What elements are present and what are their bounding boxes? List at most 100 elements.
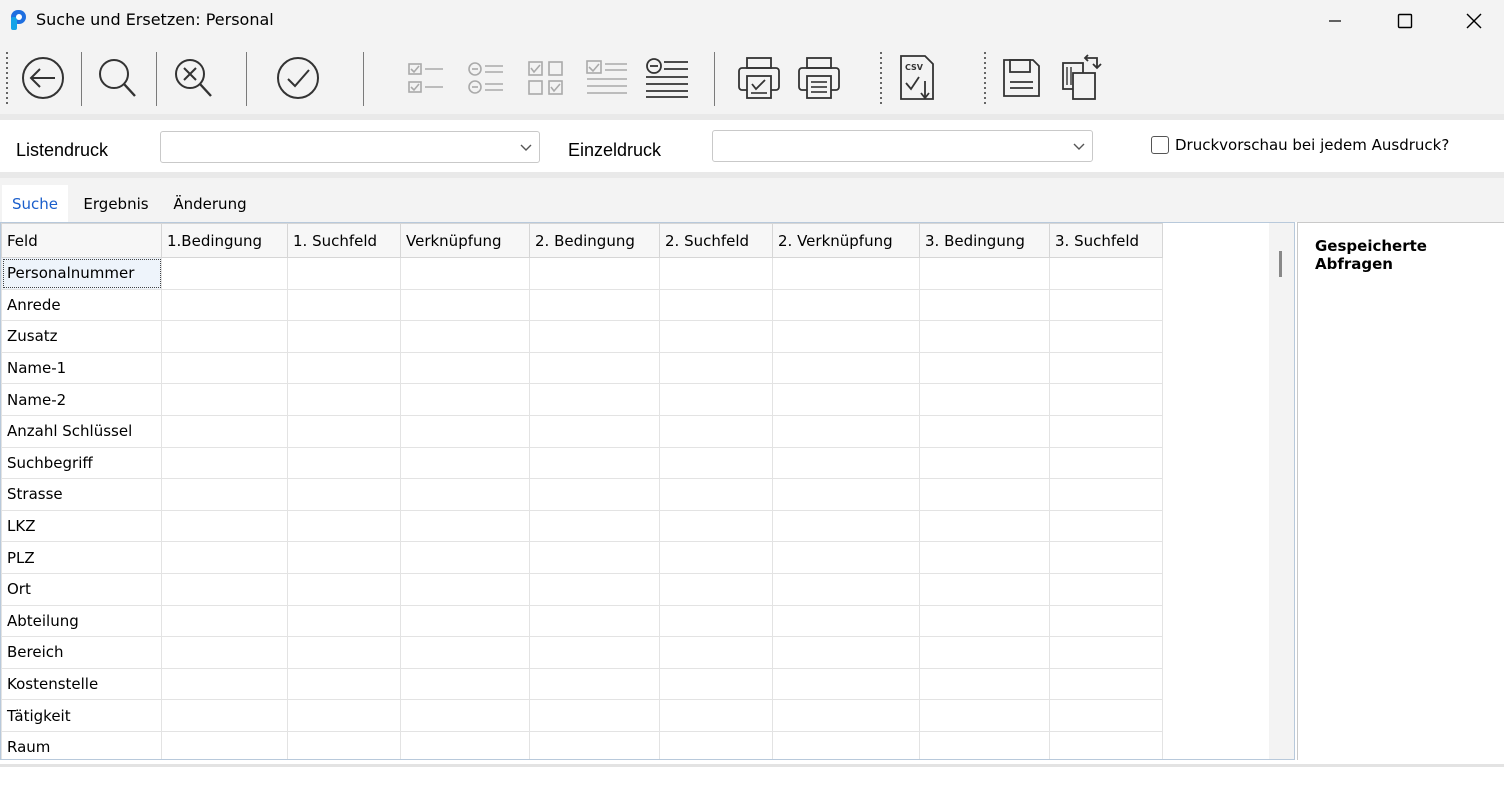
print-preview-option[interactable]: Druckvorschau bei jedem Ausdruck? [1151, 136, 1449, 154]
condition-cell[interactable] [287, 509, 401, 543]
condition-cell[interactable] [919, 478, 1050, 511]
condition-cell[interactable] [529, 383, 660, 416]
condition-cell[interactable] [659, 414, 773, 448]
select-all-button[interactable] [396, 48, 458, 108]
condition-cell[interactable] [772, 636, 920, 669]
condition-cell[interactable] [772, 509, 920, 543]
list-print-dropdown[interactable] [160, 131, 540, 163]
condition-cell[interactable] [919, 667, 1050, 701]
condition-cell[interactable] [529, 636, 660, 669]
condition-cell[interactable] [529, 730, 660, 759]
condition-cell[interactable] [772, 541, 920, 574]
table-row[interactable]: Strasse [1, 478, 1163, 511]
field-name-cell[interactable]: Personalnummer [1, 257, 162, 290]
condition-cell[interactable] [529, 288, 660, 322]
condition-cell[interactable] [1049, 509, 1163, 543]
table-row[interactable]: Anrede [1, 288, 1163, 322]
column-header[interactable]: Feld [1, 223, 162, 258]
condition-cell[interactable] [161, 730, 288, 759]
tab-suche[interactable]: Suche [2, 185, 68, 222]
copy-transfer-button[interactable] [1050, 48, 1112, 108]
condition-cell[interactable] [287, 320, 401, 353]
condition-cell[interactable] [161, 541, 288, 574]
field-name-cell[interactable]: Anrede [1, 288, 162, 322]
condition-cell[interactable] [659, 351, 773, 385]
condition-cell[interactable] [287, 572, 401, 606]
field-name-cell[interactable]: Bereich [1, 636, 162, 669]
table-row[interactable]: Personalnummer [1, 257, 1163, 290]
condition-cell[interactable] [161, 446, 288, 480]
condition-cell[interactable] [919, 541, 1050, 574]
condition-cell[interactable] [1049, 351, 1163, 385]
tab-aenderung[interactable]: Änderung [166, 185, 254, 222]
field-name-cell[interactable]: Zusatz [1, 320, 162, 353]
condition-cell[interactable] [287, 414, 401, 448]
condition-cell[interactable] [400, 383, 530, 416]
table-row[interactable]: LKZ [1, 509, 1163, 543]
field-name-cell[interactable]: Ort [1, 572, 162, 606]
condition-cell[interactable] [529, 320, 660, 353]
condition-cell[interactable] [1049, 288, 1163, 322]
field-name-cell[interactable]: LKZ [1, 509, 162, 543]
condition-cell[interactable] [919, 446, 1050, 480]
column-header[interactable]: 2. Suchfeld [659, 223, 773, 258]
table-row[interactable]: Kostenstelle [1, 667, 1163, 701]
back-button[interactable] [12, 48, 74, 108]
condition-cell[interactable] [659, 604, 773, 638]
table-row[interactable]: Name-2 [1, 383, 1163, 416]
condition-cell[interactable] [400, 351, 530, 385]
condition-cell[interactable] [659, 541, 773, 574]
condition-cell[interactable] [772, 478, 920, 511]
field-name-cell[interactable]: Abteilung [1, 604, 162, 638]
maximize-button[interactable] [1375, 0, 1435, 42]
condition-cell[interactable] [772, 383, 920, 416]
condition-cell[interactable] [287, 383, 401, 416]
condition-cell[interactable] [287, 257, 401, 290]
condition-cell[interactable] [1049, 446, 1163, 480]
condition-cell[interactable] [1049, 572, 1163, 606]
condition-cell[interactable] [287, 541, 401, 574]
condition-cell[interactable] [400, 288, 530, 322]
column-header[interactable]: Verknüpfung [400, 223, 530, 258]
column-header[interactable]: 2. Verknüpfung [772, 223, 920, 258]
table-row[interactable]: Abteilung [1, 604, 1163, 638]
condition-cell[interactable] [287, 699, 401, 732]
condition-cell[interactable] [772, 351, 920, 385]
condition-cell[interactable] [772, 667, 920, 701]
print-preview-checkbox[interactable] [1151, 136, 1169, 154]
condition-cell[interactable] [1049, 414, 1163, 448]
condition-cell[interactable] [772, 730, 920, 759]
condition-cell[interactable] [659, 257, 773, 290]
condition-cell[interactable] [400, 478, 530, 511]
condition-cell[interactable] [161, 288, 288, 322]
condition-cell[interactable] [772, 604, 920, 638]
print-list-button[interactable] [728, 48, 790, 108]
condition-cell[interactable] [659, 478, 773, 511]
condition-cell[interactable] [400, 446, 530, 480]
toggle-selection-button[interactable] [516, 48, 578, 108]
condition-cell[interactable] [161, 667, 288, 701]
column-header[interactable]: 1.Bedingung [161, 223, 288, 258]
save-button[interactable] [990, 48, 1052, 108]
condition-cell[interactable] [1049, 730, 1163, 759]
column-header[interactable]: 3. Suchfeld [1049, 223, 1163, 258]
condition-cell[interactable] [400, 699, 530, 732]
vertical-scrollbar[interactable] [1269, 223, 1294, 759]
table-row[interactable]: Ort [1, 572, 1163, 606]
condition-cell[interactable] [919, 730, 1050, 759]
field-name-cell[interactable]: Name-2 [1, 383, 162, 416]
close-button[interactable] [1444, 0, 1504, 42]
condition-cell[interactable] [287, 288, 401, 322]
condition-cell[interactable] [400, 414, 530, 448]
condition-cell[interactable] [772, 446, 920, 480]
field-name-cell[interactable]: Strasse [1, 478, 162, 511]
condition-cell[interactable] [659, 667, 773, 701]
condition-cell[interactable] [529, 604, 660, 638]
condition-cell[interactable] [1049, 478, 1163, 511]
condition-cell[interactable] [659, 288, 773, 322]
column-header[interactable]: 2. Bedingung [529, 223, 660, 258]
condition-cell[interactable] [287, 478, 401, 511]
condition-cell[interactable] [400, 572, 530, 606]
condition-cell[interactable] [529, 478, 660, 511]
condition-cell[interactable] [1049, 604, 1163, 638]
